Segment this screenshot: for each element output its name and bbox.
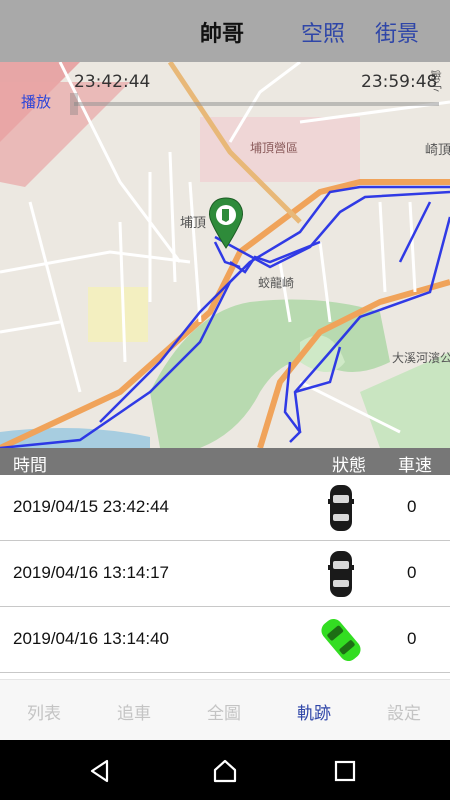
page-title: 帥哥 xyxy=(200,22,245,47)
table-row[interactable]: 2019/04/15 23:42:44 0 xyxy=(0,475,450,541)
map-label-qidin: 崎頂 xyxy=(425,143,450,158)
map-label-buding: 埔頂 xyxy=(180,216,206,231)
tab-track-car[interactable]: 追車 xyxy=(117,699,151,724)
column-speed: 車速 xyxy=(398,456,432,476)
table-row[interactable]: 2019/04/16 13:14:40 0 xyxy=(0,607,450,673)
tab-list[interactable]: 列表 xyxy=(27,699,61,724)
column-status: 狀態 xyxy=(332,456,366,476)
row-speed: 0 xyxy=(407,563,417,582)
row-speed: 0 xyxy=(407,497,417,516)
table-row[interactable]: 2019/04/16 13:14:17 0 xyxy=(0,541,450,607)
back-icon[interactable] xyxy=(87,758,113,784)
tab-full-map[interactable]: 全圖 xyxy=(207,699,241,724)
car-black-icon xyxy=(328,485,354,531)
tab-settings[interactable]: 設定 xyxy=(387,699,421,724)
row-datetime: 2019/04/16 13:14:40 xyxy=(13,629,169,648)
aerial-view-button[interactable]: 空照 xyxy=(301,16,345,48)
map-canvas: 埔頂營區 埔頂 蛟龍崎 崎頂 小瑯 大溪河濱公園 xyxy=(0,62,450,448)
bottom-tab-bar: 列表 追車 全圖 軌跡 設定 xyxy=(0,679,450,740)
map-label-park: 大溪河濱公園 xyxy=(392,351,450,365)
car-green-icon xyxy=(321,618,361,662)
home-icon[interactable] xyxy=(212,758,238,784)
system-nav-bar xyxy=(0,740,450,800)
playback-seekbar[interactable] xyxy=(74,102,439,106)
play-button[interactable]: 播放 xyxy=(21,91,51,112)
column-time: 時間 xyxy=(13,456,47,476)
map-label-jiaolong: 蛟龍崎 xyxy=(258,275,294,290)
row-speed: 0 xyxy=(407,629,417,648)
street-view-button[interactable]: 街景 xyxy=(375,16,419,48)
track-map[interactable]: 埔頂營區 埔頂 蛟龍崎 崎頂 小瑯 大溪河濱公園 23:42:44 23:59:… xyxy=(0,62,450,448)
map-label-district-office: 埔頂營區 xyxy=(250,141,298,155)
tab-trajectory[interactable]: 軌跡 xyxy=(297,699,331,724)
row-datetime: 2019/04/16 13:14:17 xyxy=(13,563,169,582)
recents-icon[interactable] xyxy=(332,758,358,784)
playback-seekbar-thumb[interactable] xyxy=(70,93,78,115)
row-datetime: 2019/04/15 23:42:44 xyxy=(13,497,169,516)
app-header: 帥哥 空照 街景 xyxy=(0,0,450,62)
car-black-icon xyxy=(328,551,354,597)
end-time-label: 23:59:48 xyxy=(361,72,438,92)
start-time-label: 23:42:44 xyxy=(74,72,151,92)
table-header: 時間 狀態 車速 xyxy=(0,448,450,476)
